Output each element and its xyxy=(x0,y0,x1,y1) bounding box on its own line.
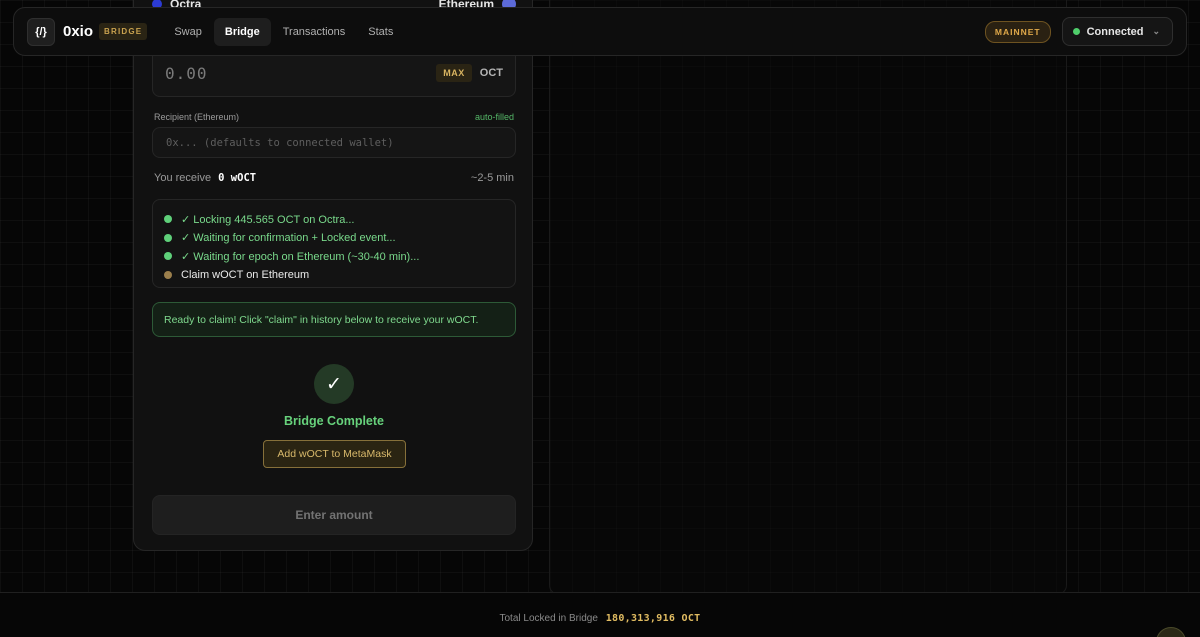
amount-unit: OCT xyxy=(479,67,503,79)
total-locked-value: 180,313,916 OCT xyxy=(605,613,701,624)
step-text: ✓ Waiting for epoch on Ethereum (~30-40 … xyxy=(181,250,420,263)
step-confirmation: ✓ Waiting for confirmation + Locked even… xyxy=(163,229,505,248)
checkmark-icon: ✓ xyxy=(314,364,354,404)
network-badge: MAINNET xyxy=(984,20,1051,43)
wallet-connect-button[interactable]: Connected ⌄ xyxy=(1061,17,1173,46)
claim-notice: Ready to claim! Click "claim" in history… xyxy=(152,302,516,337)
side-panel xyxy=(549,0,1067,595)
step-done-dot-icon xyxy=(164,215,172,224)
total-locked-label: Total Locked in Bridge xyxy=(499,613,598,624)
chevron-down-icon: ⌄ xyxy=(1152,26,1160,36)
recipient-label-row: Recipient (Ethereum) auto-filled xyxy=(154,112,514,122)
progress-steps: ✓ Locking 445.565 OCT on Octra... ✓ Wait… xyxy=(152,199,516,288)
step-text: ✓ Locking 445.565 OCT on Octra... xyxy=(181,213,355,226)
step-done-dot-icon xyxy=(164,252,172,261)
nav-swap[interactable]: Swap xyxy=(163,18,213,46)
step-pending-dot-icon xyxy=(164,270,172,279)
step-text: ✓ Waiting for confirmation + Locked even… xyxy=(181,232,396,245)
nav-stats[interactable]: Stats xyxy=(357,18,404,46)
recipient-address-input[interactable] xyxy=(152,127,516,158)
bridge-card: Octra Ethereum 0.00 MAX OCT Recipient (E… xyxy=(133,0,533,551)
step-epoch: ✓ Waiting for epoch on Ethereum (~30-40 … xyxy=(163,247,505,266)
status-dot-icon xyxy=(1072,28,1080,35)
logo-icon[interactable]: {/} xyxy=(27,17,55,46)
autofilled-badge: auto-filled xyxy=(474,112,514,122)
enter-amount-button[interactable]: Enter amount xyxy=(152,495,516,535)
receive-summary: You receive 0 wOCT ~2-5 min xyxy=(154,172,514,184)
brand-name[interactable]: 0xio xyxy=(63,23,93,40)
add-to-metamask-button[interactable]: Add wOCT to MetaMask xyxy=(263,440,406,468)
amount-input[interactable]: 0.00 xyxy=(165,64,436,83)
step-lock: ✓ Locking 445.565 OCT on Octra... xyxy=(163,210,505,229)
step-claim: Claim wOCT on Ethereum xyxy=(163,266,505,285)
bridge-badge: BRIDGE xyxy=(99,23,148,40)
nav-bridge[interactable]: Bridge xyxy=(213,17,271,46)
recipient-label: Recipient (Ethereum) xyxy=(154,112,240,122)
step-text: Claim wOCT on Ethereum xyxy=(181,268,310,281)
amount-input-box[interactable]: 0.00 MAX OCT xyxy=(152,49,516,97)
receive-label: You receive xyxy=(154,172,212,184)
nav-transactions[interactable]: Transactions xyxy=(272,18,357,46)
receive-amount: 0 wOCT xyxy=(218,172,257,184)
bridge-complete-title: Bridge Complete xyxy=(283,414,384,428)
top-navigation-bar: {/} 0xio BRIDGE Swap Bridge Transactions… xyxy=(13,7,1187,56)
max-button[interactable]: MAX xyxy=(436,64,472,82)
step-done-dot-icon xyxy=(164,233,172,242)
eta-label: ~2-5 min xyxy=(470,172,514,184)
main-nav: Swap Bridge Transactions Stats xyxy=(163,17,405,46)
total-locked: Total Locked in Bridge 180,313,916 OCT xyxy=(0,613,1200,624)
wallet-status-label: Connected xyxy=(1086,25,1144,38)
